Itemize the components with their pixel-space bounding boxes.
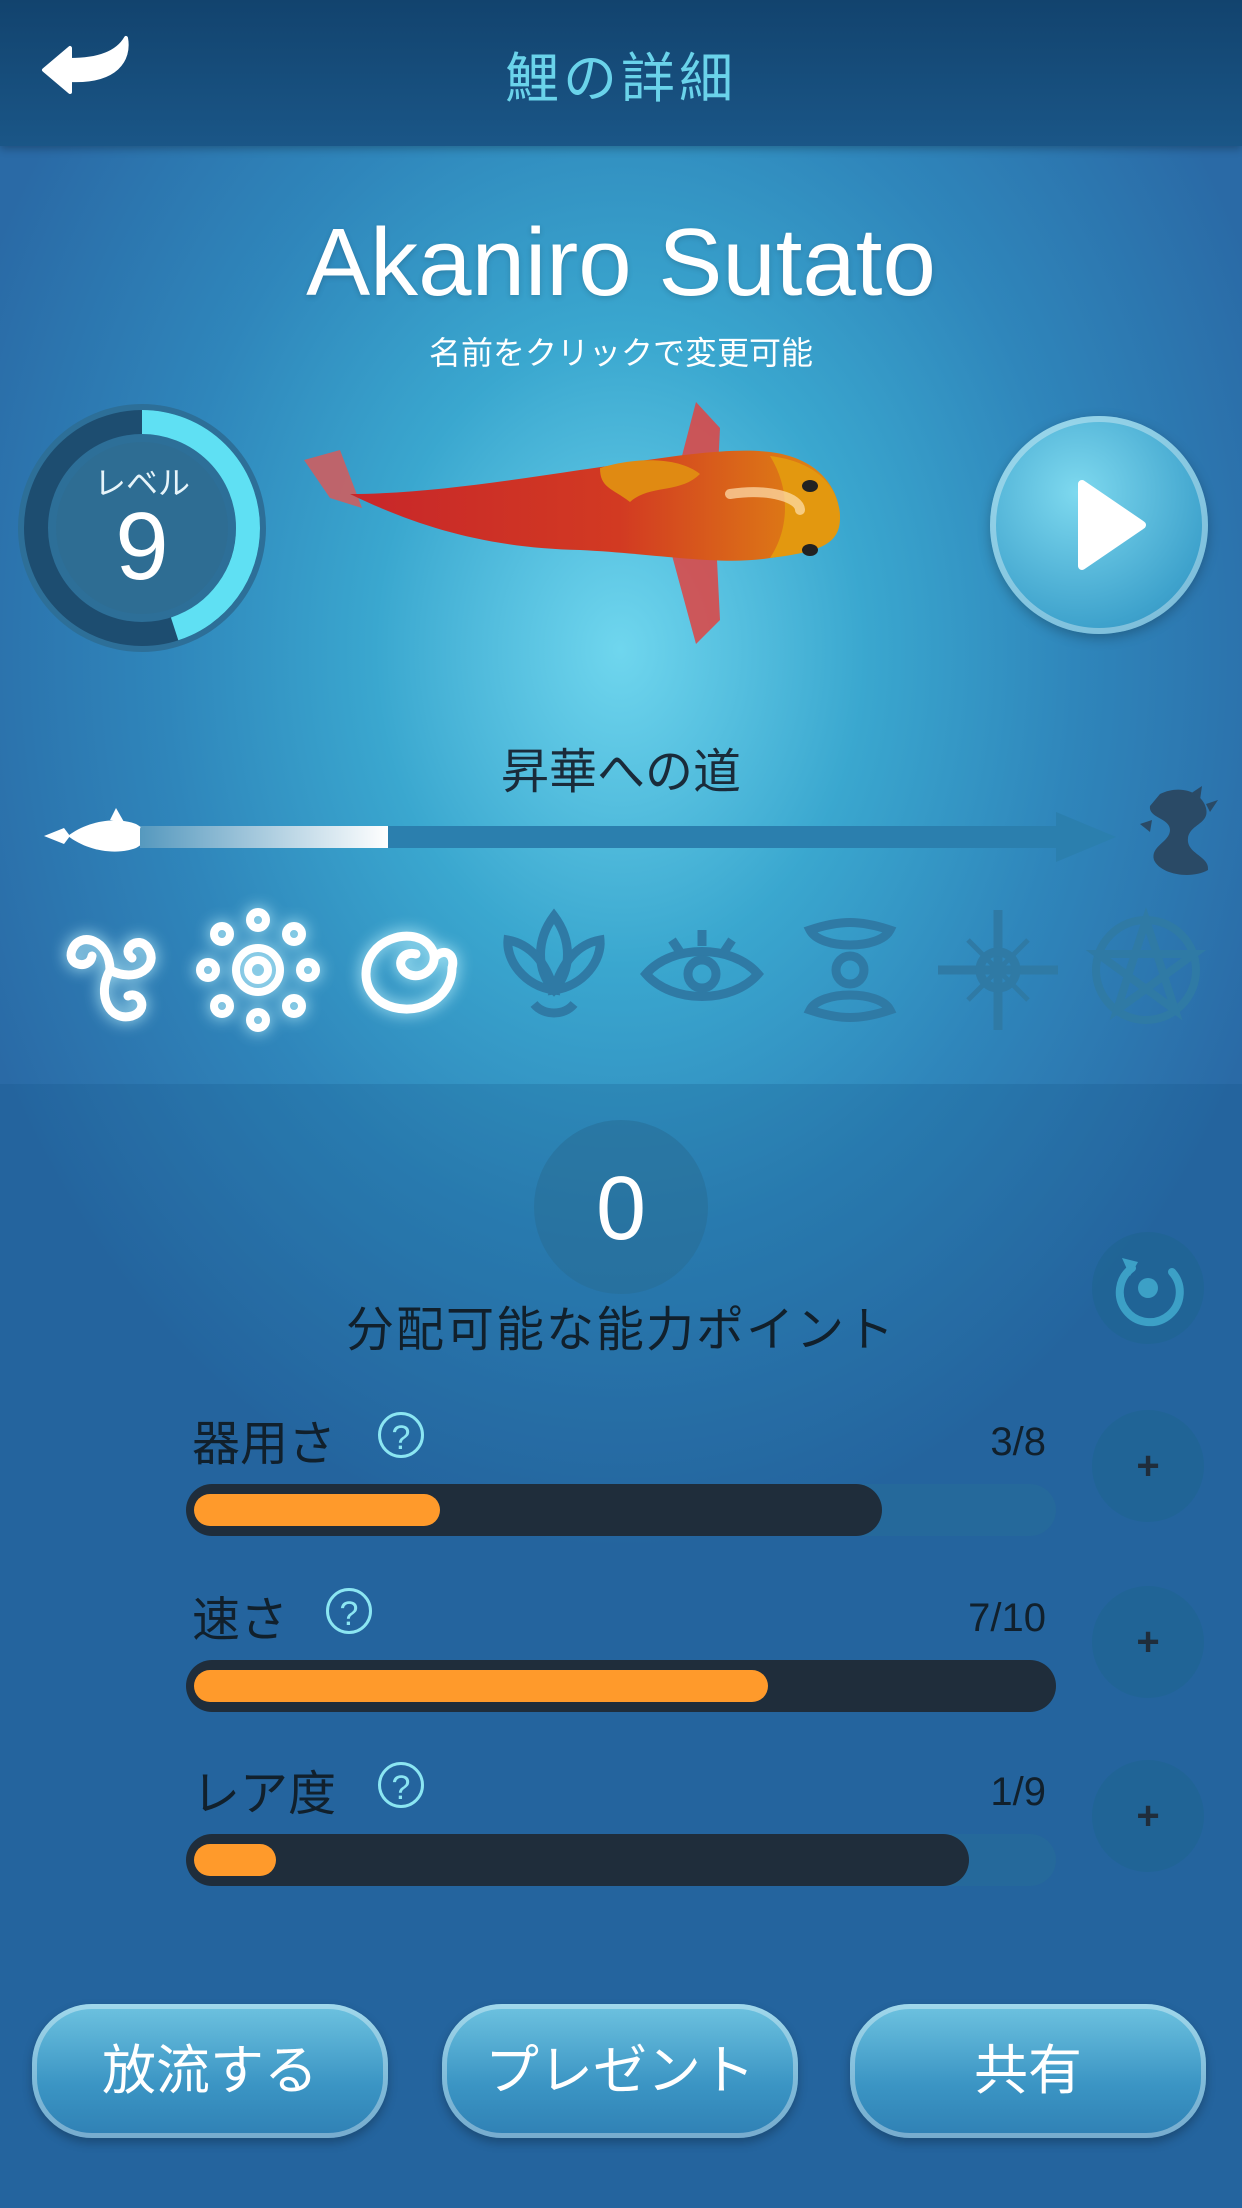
reset-points-button[interactable] xyxy=(1092,1232,1204,1344)
progress-arrow-icon xyxy=(1056,810,1116,864)
share-button[interactable]: 共有 xyxy=(850,2004,1206,2138)
play-icon xyxy=(1078,480,1146,570)
koi-fish-image xyxy=(300,398,840,650)
milestone-leaf-spiral-icon xyxy=(336,900,476,1040)
stat-fill xyxy=(194,1670,768,1702)
stat-speed: 速さ ? 7/10 xyxy=(186,1580,1056,1712)
stat-label: 速さ xyxy=(192,1592,289,1648)
add-dexterity-button[interactable]: + xyxy=(1092,1410,1204,1522)
gift-button[interactable]: プレゼント xyxy=(442,2004,798,2138)
milestone-lotus-icon xyxy=(484,900,624,1040)
ascension-progress-bar xyxy=(140,826,1060,848)
help-icon[interactable]: ? xyxy=(378,1762,424,1808)
milestone-compass-icon xyxy=(928,900,1068,1040)
milestone-sun-icon xyxy=(188,900,328,1040)
screen-title: 鯉の詳細 xyxy=(505,47,737,110)
fish-icon xyxy=(40,806,150,866)
stat-label: 器用さ xyxy=(192,1416,337,1472)
ascension-progress-fill xyxy=(140,826,389,848)
play-button[interactable] xyxy=(990,416,1208,634)
milestone-row xyxy=(40,900,1220,1040)
rename-hint: 名前をクリックで変更可能 xyxy=(428,334,813,372)
available-points-label: 分配可能な能力ポイント xyxy=(345,1302,896,1358)
stat-label: レア度 xyxy=(192,1766,337,1822)
milestone-star-icon xyxy=(1076,900,1216,1040)
top-bar: 鯉の詳細 xyxy=(0,0,1242,146)
stat-bar xyxy=(186,1484,1056,1536)
help-icon[interactable]: ? xyxy=(326,1588,372,1634)
stat-bar xyxy=(186,1660,1056,1712)
add-rarity-button[interactable]: + xyxy=(1092,1760,1204,1872)
add-speed-button[interactable]: + xyxy=(1092,1586,1204,1698)
level-value: 9 xyxy=(115,493,169,600)
stat-cap xyxy=(186,1834,969,1886)
stat-rarity: レア度 ? 1/9 xyxy=(186,1754,1056,1886)
milestone-knot-icon xyxy=(780,900,920,1040)
release-button[interactable]: 放流する xyxy=(32,2004,388,2138)
stat-dexterity: 器用さ ? 3/8 xyxy=(186,1404,1056,1536)
ascension-path-title: 昇華への道 xyxy=(500,744,741,800)
stat-fill xyxy=(194,1844,276,1876)
stat-value: 7/10 xyxy=(968,1596,1046,1640)
stat-value: 1/9 xyxy=(990,1770,1046,1814)
dragon-icon xyxy=(1130,784,1220,880)
koi-name[interactable]: Akaniro Sutato xyxy=(0,208,1242,318)
milestone-triskelion-icon xyxy=(40,900,180,1040)
level-ring: レベル 9 xyxy=(14,400,270,656)
help-icon[interactable]: ? xyxy=(378,1412,424,1458)
reset-icon xyxy=(1115,1258,1184,1327)
stat-bar xyxy=(186,1834,1056,1886)
milestone-eye-icon xyxy=(632,900,772,1040)
available-points-value: 0 xyxy=(595,1159,647,1259)
stat-fill xyxy=(194,1494,440,1526)
stat-value: 3/8 xyxy=(990,1420,1046,1464)
